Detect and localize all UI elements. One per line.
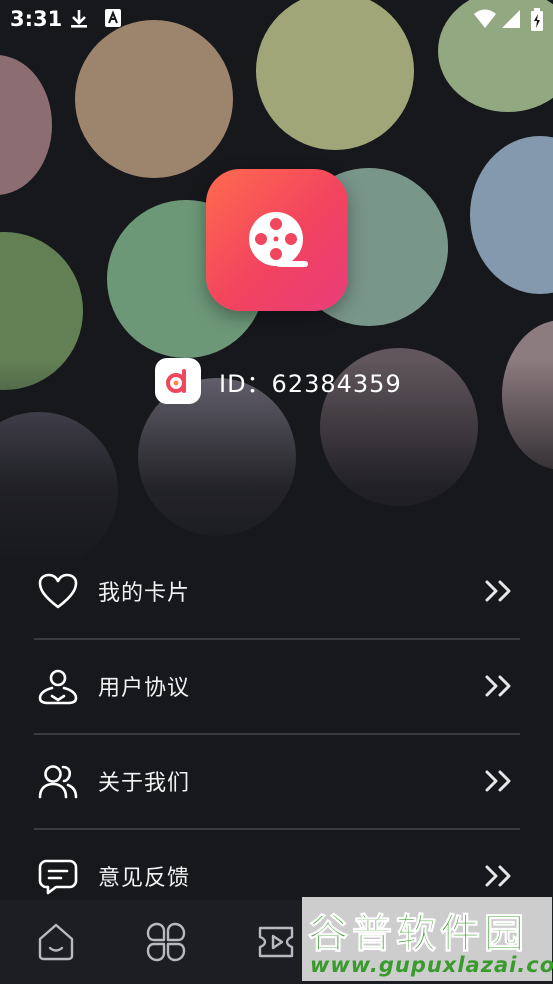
status-bar: 3:31 [0,0,553,38]
clover-icon [146,922,186,962]
battery-icon [530,8,544,36]
avatar [75,20,233,178]
tab-video[interactable] [254,920,298,964]
download-icon [68,8,90,34]
chevron-double-right-icon [484,579,514,607]
heart-icon [38,573,78,611]
chevron-double-right-icon [484,769,514,797]
chat-bubble-icon [38,858,78,896]
settings-menu: 我的卡片 用户协议 关于我们 意见反馈 [34,545,520,923]
menu-item-label: 意见反馈 [98,866,191,891]
menu-item-label: 关于我们 [98,771,191,796]
app-logo [206,169,348,311]
user-id-row: ID：62384359 [155,358,402,404]
chevron-double-right-icon [484,864,514,892]
home-icon [38,923,74,961]
status-time: 3:31 [10,7,63,31]
menu-item-my-cards[interactable]: 我的卡片 [34,545,520,640]
menu-item-label: 用户协议 [98,676,191,701]
watermark: 谷普软件园 www.gupuxlazai.com [302,897,553,981]
users-icon [38,763,78,801]
app-mini-logo [155,358,201,404]
menu-item-about-us[interactable]: 关于我们 [34,735,520,830]
signal-icon [500,8,522,34]
chevron-double-right-icon [484,674,514,702]
watermark-title: 谷普软件园 [308,911,528,958]
avatar [470,136,553,294]
menu-item-label: 我的卡片 [98,581,191,606]
watermark-url: www.gupuxlazai.com [310,953,553,977]
avatar [0,55,52,195]
tab-home[interactable] [34,920,78,964]
menu-item-user-agreement[interactable]: 用户协议 [34,640,520,735]
user-location-icon [38,668,78,706]
tab-discover[interactable] [144,920,188,964]
wifi-icon [473,8,497,34]
user-id: ID：62384359 [219,369,402,398]
font-app-icon [104,8,122,32]
film-reel-icon [249,212,308,267]
video-icon [258,926,294,958]
